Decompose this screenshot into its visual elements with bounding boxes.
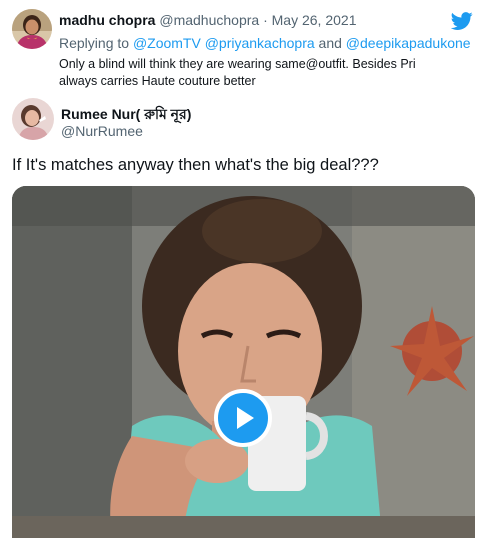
- twitter-bird-icon[interactable]: [451, 10, 473, 32]
- main-author-avatar[interactable]: [12, 98, 54, 140]
- woman-portrait-avatar-icon: [12, 98, 54, 140]
- woman-portrait-avatar-icon: [12, 9, 52, 49]
- reply-handle[interactable]: @madhuchopra: [159, 12, 259, 28]
- replying-to-label: Replying to: [59, 35, 130, 51]
- gif-media[interactable]: [12, 186, 475, 538]
- tweet-text: If It's matches anyway then what's the b…: [12, 156, 379, 174]
- replying-to-line: Replying to @ZoomTV @priyankachopra and …: [59, 35, 471, 51]
- replying-to-and: and: [318, 35, 342, 51]
- play-button[interactable]: [214, 389, 272, 447]
- reply-tweet: madhu chopra @madhuchopra · May 26, 2021…: [0, 0, 483, 92]
- mention-priyankachopra[interactable]: @priyankachopra: [205, 35, 315, 51]
- reply-date[interactable]: May 26, 2021: [272, 12, 357, 28]
- reply-author-avatar[interactable]: [12, 9, 52, 49]
- mention-zoomtv[interactable]: @ZoomTV: [133, 35, 201, 51]
- reply-body-text: Only a blind will think they are wearing…: [59, 57, 416, 88]
- play-icon: [237, 407, 254, 429]
- reply-separator: ·: [263, 12, 268, 28]
- tweet-screenshot: madhu chopra @madhuchopra · May 26, 2021…: [0, 0, 483, 538]
- reply-header: madhu chopra @madhuchopra · May 26, 2021: [59, 12, 356, 28]
- mention-deepikapadukone[interactable]: @deepikapadukone: [346, 35, 471, 51]
- gif-thumbnail: [12, 186, 475, 538]
- main-handle[interactable]: @NurRumee: [61, 123, 143, 139]
- reply-display-name[interactable]: madhu chopra: [59, 12, 155, 28]
